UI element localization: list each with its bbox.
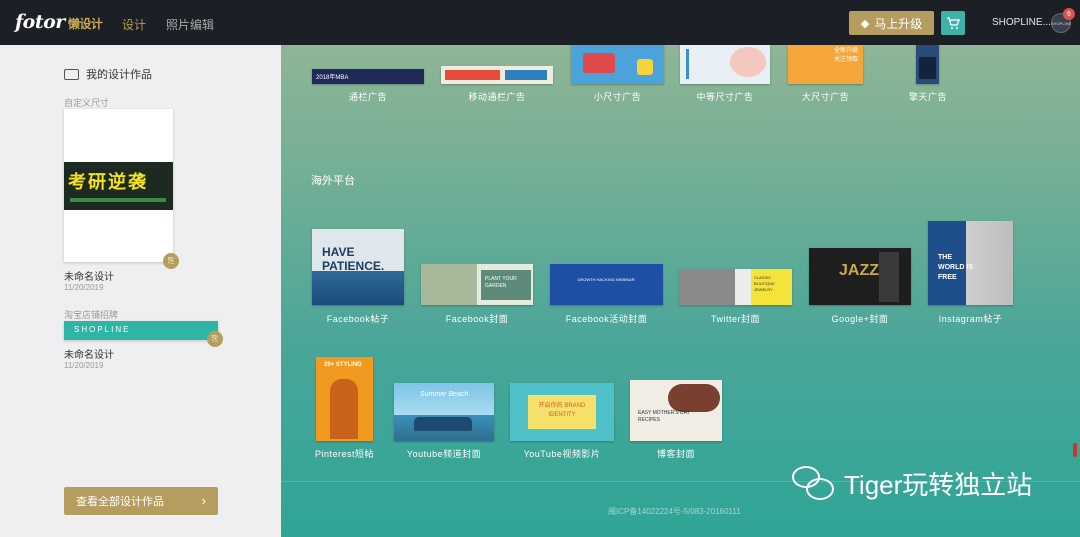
nav-design[interactable]: 设计 <box>122 16 146 33</box>
thumb-block <box>637 59 653 75</box>
template-label[interactable]: Twitter封面 <box>679 312 792 325</box>
thumb-photo <box>421 264 477 305</box>
template-thumb-small-ad[interactable] <box>571 45 664 84</box>
group-label-custom: 自定义尺寸 <box>64 98 110 108</box>
my-designs-panel: 我的设计作品 自定义尺寸 考研逆袭 ⎘ 未命名设计 11/20/2019 淘宝店… <box>0 45 281 537</box>
thumb-block <box>445 70 500 80</box>
group-label-taobao: 淘宝店铺招牌 <box>64 310 119 320</box>
section-title-overseas: 海外平台 <box>311 175 355 187</box>
wechat-watermark: Tiger玩转独立站 <box>792 464 1032 502</box>
design-card-custom[interactable]: 考研逆袭 <box>64 109 173 262</box>
notification-badge: 6 <box>1063 8 1075 20</box>
thumb-block <box>505 70 547 80</box>
template-label[interactable]: 中等尺寸广告 <box>680 90 770 103</box>
template-label[interactable]: Facebook封面 <box>421 312 533 325</box>
design-name: 未命名设计 <box>64 350 114 361</box>
thumb-text: EASY MOTHER'S DAY RECIPES <box>638 410 690 423</box>
thumb-text: THE WORLD IS FREE <box>938 254 973 281</box>
thumb-text: CLASSIC BOUTIQUE JEWELRY <box>751 269 792 305</box>
thumb-photo <box>879 252 899 302</box>
template-thumb-google-cover[interactable]: JAZZ <box>809 248 911 305</box>
view-all-designs-button[interactable]: 查看全部设计作品 › <box>64 487 218 515</box>
template-thumb-twitter-cover[interactable]: CLASSIC BOUTIQUE JEWELRY <box>679 269 792 305</box>
fotor-logo[interactable]: fotor 懒设计 <box>15 11 103 33</box>
template-label[interactable]: 擎天广告 <box>901 90 955 103</box>
thumb-text: 开启你的 BRAND IDENTITY <box>528 395 596 429</box>
thumb-photo <box>679 269 735 305</box>
thumb-text: JAZZ <box>839 262 879 279</box>
template-thumb-instagram-post[interactable]: THE WORLD IS FREE <box>928 221 1013 305</box>
template-label[interactable]: 小尺寸广告 <box>571 90 664 103</box>
template-label[interactable]: 大尺寸广告 <box>788 90 863 103</box>
template-thumb-facebook-event[interactable]: GROWTH HACKING WEBINAR <box>550 264 663 305</box>
thumb-text: GROWTH HACKING WEBINAR <box>577 277 635 282</box>
template-label[interactable]: Google+封面 <box>809 312 911 325</box>
template-label[interactable]: Pinterest短帖 <box>309 447 380 460</box>
thumb-text: 20+ STYLING <box>324 362 362 368</box>
thumb-list <box>686 49 714 79</box>
thumb-text: HAVE PATIENCE. <box>322 245 385 273</box>
template-label[interactable]: Facebook活动封面 <box>543 312 670 325</box>
template-thumb-facebook-post[interactable]: HAVE PATIENCE. <box>312 229 404 305</box>
username[interactable]: SHOPLINE... <box>992 17 1051 28</box>
nav-photo-edit[interactable]: 照片编辑 <box>166 16 214 33</box>
wechat-icon <box>792 464 836 502</box>
folder-icon <box>64 68 79 80</box>
chevron-right-icon: › <box>201 493 206 508</box>
view-all-label: 查看全部设计作品 <box>76 496 164 508</box>
template-thumb-leaderboard[interactable]: 2018年MBA <box>312 69 424 84</box>
design-card-taobao[interactable]: SHOPLINE <box>64 321 218 340</box>
thumb-text: PLANT YOUR GARDEN <box>481 270 531 300</box>
my-designs-header: 我的设计作品 <box>64 66 152 82</box>
thumb-car <box>414 417 472 431</box>
template-thumb-youtube-video[interactable]: 开启你的 BRAND IDENTITY <box>510 383 614 441</box>
copy-icon[interactable]: ⎘ <box>163 253 179 269</box>
design-name: 未命名设计 <box>64 272 114 283</box>
template-label[interactable]: Facebook帖子 <box>312 312 404 325</box>
template-thumb-medium-ad[interactable] <box>680 45 770 84</box>
design-thumb-image: 考研逆袭 <box>64 162 173 210</box>
top-navbar: fotor 懒设计 设计 照片编辑 ◆ 马上升级 SHOPLINE... SHOP… <box>0 0 1080 45</box>
thumb-figure <box>330 379 358 439</box>
template-label[interactable]: YouTube视频影片 <box>503 447 621 460</box>
thumb-text: 2018年MBA <box>316 75 349 81</box>
template-thumb-facebook-cover[interactable]: PLANT YOUR GARDEN <box>421 264 533 305</box>
design-thumb-text: 考研逆袭 <box>68 172 148 192</box>
template-thumb-youtube-channel[interactable]: Summer Beach <box>394 383 494 441</box>
thumb-block <box>583 53 615 73</box>
diamond-icon: ◆ <box>860 17 870 30</box>
template-label[interactable]: Youtube频道封面 <box>394 447 494 460</box>
thumb-food <box>668 384 720 412</box>
template-thumb-large-ad[interactable]: 全新升级 关注领取 <box>788 45 863 84</box>
template-thumb-skyscraper[interactable] <box>916 45 939 84</box>
design-date: 11/20/2019 <box>64 283 104 292</box>
template-thumb-pinterest-pin[interactable]: 20+ STYLING <box>316 357 373 441</box>
my-designs-title: 我的设计作品 <box>86 69 152 81</box>
thumb-text: Summer Beach <box>420 391 469 398</box>
design-date: 11/20/2019 <box>64 361 104 370</box>
template-label[interactable]: Instagram帖子 <box>921 312 1020 325</box>
thumb-block <box>730 47 766 77</box>
copy-icon[interactable]: ⎘ <box>207 331 223 347</box>
thumb-strip <box>70 198 166 202</box>
upgrade-label: 马上升级 <box>874 16 923 31</box>
template-thumb-blog-cover[interactable]: EASY MOTHER'S DAY RECIPES <box>630 380 722 441</box>
template-label[interactable]: 通栏广告 <box>312 90 424 103</box>
template-label[interactable]: 博客封面 <box>630 447 722 460</box>
cart-icon <box>947 16 960 29</box>
template-label[interactable]: 移动通栏广告 <box>441 90 553 103</box>
thumb-block <box>919 57 936 79</box>
cart-button[interactable] <box>941 11 965 35</box>
scrollbar-thumb[interactable] <box>1073 443 1077 457</box>
template-thumb-mobile-banner[interactable] <box>441 66 553 84</box>
upgrade-button[interactable]: ◆ 马上升级 <box>849 11 934 35</box>
thumb-text: 全新升级 关注领取 <box>834 48 859 63</box>
icp-license: 闽ICP备14022224号-5/083-20160111 <box>608 507 741 516</box>
design-thumb-text-2: SHOPLINE <box>74 325 131 334</box>
watermark-text: Tiger玩转独立站 <box>844 469 1033 500</box>
